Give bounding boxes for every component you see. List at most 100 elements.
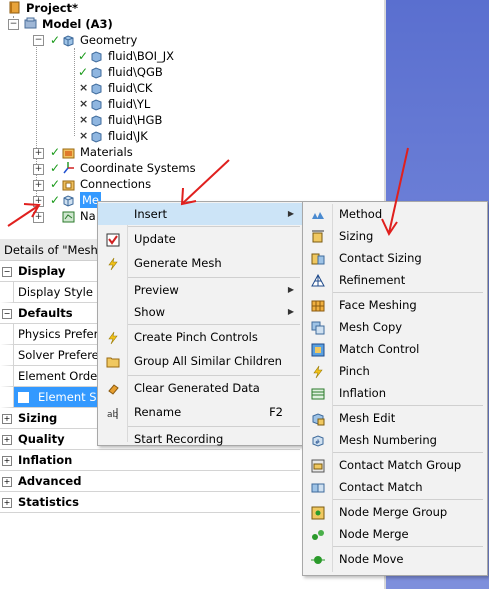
collapse-toggle[interactable]: −: [2, 267, 12, 277]
rename-icon: ab: [106, 405, 120, 420]
menu-item-clear-generated-data[interactable]: Clear Generated Data: [98, 377, 303, 399]
mesh-edit-icon: [311, 411, 325, 426]
expand-toggle[interactable]: +: [33, 164, 44, 175]
body-icon: [91, 131, 102, 143]
menu-item-contact-match[interactable]: Contact Match: [303, 476, 487, 498]
submenu-arrow-icon: ▶: [287, 285, 294, 294]
menu-separator: [128, 426, 300, 427]
menu-item-label: Start Recording: [134, 432, 224, 446]
menu-item-pinch[interactable]: Pinch: [303, 360, 487, 382]
collapse-toggle[interactable]: −: [2, 309, 12, 319]
details-row-label: Statistics: [18, 495, 79, 509]
tree-label: Project*: [26, 1, 79, 15]
check-icon: ✓: [78, 49, 89, 63]
tree-label: Na: [80, 209, 96, 223]
menu-item-label: Group All Similar Children: [134, 354, 282, 368]
expand-toggle[interactable]: +: [2, 414, 12, 424]
tree-label: fluid\YL: [108, 97, 151, 111]
menu-item-start-recording[interactable]: Start Recording: [98, 428, 303, 450]
details-row-label: Display: [18, 264, 66, 278]
menu-item-label: Node Merge: [339, 527, 409, 541]
details-row-label: Element Order: [18, 369, 102, 383]
row-guide: [13, 345, 14, 366]
details-section[interactable]: + Statistics: [0, 492, 300, 513]
body-icon: [91, 51, 102, 63]
row-guide: [13, 324, 14, 345]
menu-item-insert[interactable]: Insert ▶: [98, 203, 303, 225]
row-guide: [13, 366, 14, 387]
menu-item-mesh-copy[interactable]: Mesh Copy: [303, 316, 487, 338]
details-row-label: Inflation: [18, 453, 73, 467]
node-move-icon: [311, 552, 325, 566]
menu-item-node-move[interactable]: Node Move: [303, 548, 487, 570]
menu-item-node-merge-group[interactable]: Node Merge Group: [303, 501, 487, 523]
expand-toggle[interactable]: +: [2, 456, 12, 466]
menu-item-contact-sizing[interactable]: Contact Sizing: [303, 247, 487, 269]
mesh-copy-icon: [311, 320, 325, 335]
materials-icon: [62, 148, 75, 159]
details-row-label: Defaults: [18, 306, 73, 320]
collapse-toggle[interactable]: −: [8, 19, 19, 30]
check-icon: ✓: [50, 193, 61, 207]
menu-item-label: Contact Match: [339, 480, 423, 494]
menu-item-rename[interactable]: ab Rename F2: [98, 401, 303, 423]
menu-item-refinement[interactable]: Refinement: [303, 269, 487, 291]
menu-separator: [333, 452, 483, 453]
menu-separator: [128, 226, 300, 227]
check-icon: ✓: [50, 161, 61, 175]
menu-item-generate-mesh[interactable]: Generate Mesh: [98, 252, 303, 274]
context-menu: Insert ▶ Update Generate Mesh Preview ▶ Show ▶ C…: [97, 201, 304, 446]
named-selections-icon: [62, 211, 75, 223]
expand-toggle[interactable]: +: [33, 148, 44, 159]
menu-item-preview[interactable]: Preview ▶: [98, 279, 303, 301]
parameter-checkbox[interactable]: [18, 392, 29, 403]
tree-label: Coordinate Systems: [80, 161, 196, 175]
expand-toggle[interactable]: +: [2, 435, 12, 445]
menu-item-label: Refinement: [339, 273, 406, 287]
menu-item-show[interactable]: Show ▶: [98, 301, 303, 323]
check-icon: ✓: [50, 33, 61, 47]
mesh-icon: [63, 195, 74, 207]
pinch-icon: [311, 364, 325, 379]
expand-toggle[interactable]: +: [33, 196, 44, 207]
method-icon: [311, 207, 325, 221]
expand-toggle[interactable]: +: [2, 498, 12, 508]
suppressed-x-icon: ×: [79, 129, 89, 142]
menu-item-label: Inflation: [339, 386, 386, 400]
update-icon: [106, 232, 120, 247]
expand-toggle[interactable]: +: [33, 180, 44, 191]
details-row-label: Sizing: [18, 411, 58, 425]
menu-item-label: Show: [134, 305, 166, 319]
menu-item-method[interactable]: Method: [303, 203, 487, 225]
refinement-icon: [311, 273, 325, 287]
suppressed-x-icon: ×: [79, 97, 89, 110]
menu-item-create-pinch-controls[interactable]: Create Pinch Controls: [98, 326, 303, 348]
tree-guide: [36, 38, 37, 218]
menu-item-sizing[interactable]: Sizing: [303, 225, 487, 247]
insert-submenu: Method Sizing Contact Sizing Refinement Face…: [302, 201, 488, 576]
menu-item-label: Node Merge Group: [339, 505, 448, 519]
menu-item-label: Mesh Numbering: [339, 433, 437, 447]
menu-item-label: Create Pinch Controls: [134, 330, 258, 344]
menu-item-mesh-edit[interactable]: Mesh Edit: [303, 407, 487, 429]
menu-item-contact-match-group[interactable]: Contact Match Group: [303, 454, 487, 476]
menu-item-face-meshing[interactable]: Face Meshing: [303, 294, 487, 316]
collapse-toggle[interactable]: −: [33, 35, 44, 46]
contact-match-group-icon: [311, 458, 325, 473]
menu-item-update[interactable]: Update: [98, 228, 303, 250]
menu-item-label: Rename: [134, 405, 182, 419]
details-row-label: Solver Preferen: [18, 348, 107, 362]
menu-item-group-all-similar-children[interactable]: Group All Similar Children: [98, 350, 303, 372]
expand-toggle[interactable]: +: [33, 212, 44, 223]
menu-item-label: Mesh Copy: [339, 320, 403, 334]
details-row-label: Display Style: [18, 285, 93, 299]
details-section[interactable]: + Inflation: [0, 450, 300, 471]
expand-toggle[interactable]: +: [2, 477, 12, 487]
menu-item-inflation[interactable]: Inflation: [303, 382, 487, 404]
details-section[interactable]: + Advanced: [0, 471, 300, 492]
menu-item-node-merge[interactable]: Node Merge: [303, 523, 487, 545]
menu-item-mesh-numbering[interactable]: # Mesh Numbering: [303, 429, 487, 451]
inflation-icon: [311, 386, 325, 400]
menu-item-match-control[interactable]: Match Control: [303, 338, 487, 360]
menu-item-label: Method: [339, 207, 383, 221]
